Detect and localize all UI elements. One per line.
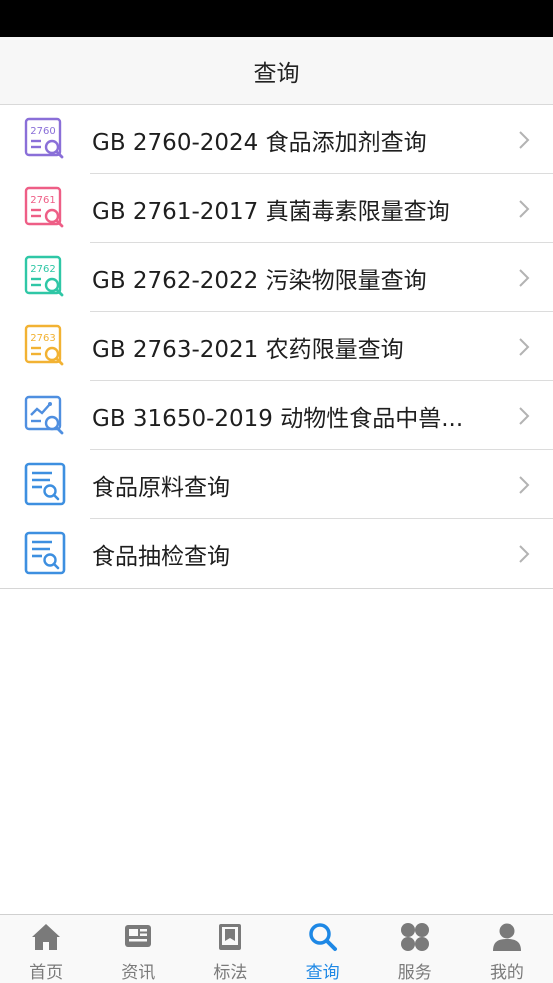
news-icon: [121, 920, 155, 954]
list-item-label: GB 2760-2024 食品添加剂查询: [92, 129, 427, 156]
svg-text:2761: 2761: [30, 195, 55, 206]
chevron-right-icon: [517, 129, 531, 151]
list-item-label: 食品抽检查询: [92, 543, 230, 570]
list-item-label: GB 2763-2021 农药限量查询: [92, 336, 404, 363]
nav-bar: 查询: [0, 37, 553, 105]
clover-icon: [398, 920, 432, 954]
doc-2763-search-icon: 2763: [22, 324, 68, 370]
list-item-label: GB 31650-2019 动物性食品中兽...: [92, 405, 464, 432]
list-item-gb2763[interactable]: 2763 GB 2763-2021 农药限量查询: [0, 312, 553, 381]
chevron-right-icon: [517, 198, 531, 220]
doc-2761-search-icon: 2761: [22, 186, 68, 232]
tab-query[interactable]: 查询: [277, 915, 369, 983]
chevron-right-icon: [517, 474, 531, 496]
page-title: 查询: [253, 60, 300, 87]
tab-home[interactable]: 首页: [0, 915, 92, 983]
list-item-gb2762[interactable]: 2762 GB 2762-2022 污染物限量查询: [0, 243, 553, 312]
user-icon: [490, 920, 524, 954]
tab-label: 标法: [213, 963, 248, 983]
search-icon: [306, 920, 340, 954]
tab-standards[interactable]: 标法: [184, 915, 276, 983]
chevron-right-icon: [517, 405, 531, 427]
doc-search-icon: [22, 531, 68, 577]
doc-2760-search-icon: 2760: [22, 117, 68, 163]
svg-text:2763: 2763: [30, 333, 55, 344]
chevron-right-icon: [517, 336, 531, 358]
chevron-right-icon: [517, 543, 531, 565]
svg-text:2762: 2762: [30, 264, 55, 275]
chart-search-icon: [22, 393, 68, 439]
home-icon: [29, 920, 63, 954]
tab-label: 资讯: [121, 963, 156, 983]
tab-mine[interactable]: 我的: [461, 915, 553, 983]
tab-label: 查询: [305, 963, 340, 983]
tab-label: 我的: [489, 963, 524, 983]
tab-label: 服务: [397, 963, 432, 983]
doc-search-icon: [22, 462, 68, 508]
bottom-tab-bar: 首页 资讯 标法 查询 服务 我的: [0, 914, 553, 983]
list-item-gb2761[interactable]: 2761 GB 2761-2017 真菌毒素限量查询: [0, 174, 553, 243]
status-bar: [0, 0, 553, 37]
query-list: 2760 GB 2760-2024 食品添加剂查询 2761 GB 2761-2: [0, 105, 553, 589]
tab-services[interactable]: 服务: [369, 915, 461, 983]
doc-2762-search-icon: 2762: [22, 255, 68, 301]
standard-book-icon: [213, 920, 247, 954]
chevron-right-icon: [517, 267, 531, 289]
list-item-label: GB 2762-2022 污染物限量查询: [92, 267, 427, 294]
tab-news[interactable]: 资讯: [92, 915, 184, 983]
svg-text:2760: 2760: [30, 126, 55, 137]
list-item-food-inspection[interactable]: 食品抽检查询: [0, 519, 553, 588]
tab-label: 首页: [29, 963, 64, 983]
list-item-gb31650[interactable]: GB 31650-2019 动物性食品中兽...: [0, 381, 553, 450]
list-item-label: GB 2761-2017 真菌毒素限量查询: [92, 198, 450, 225]
list-item-food-ingredients[interactable]: 食品原料查询: [0, 450, 553, 519]
list-item-label: 食品原料查询: [92, 474, 230, 501]
list-item-gb2760[interactable]: 2760 GB 2760-2024 食品添加剂查询: [0, 105, 553, 174]
